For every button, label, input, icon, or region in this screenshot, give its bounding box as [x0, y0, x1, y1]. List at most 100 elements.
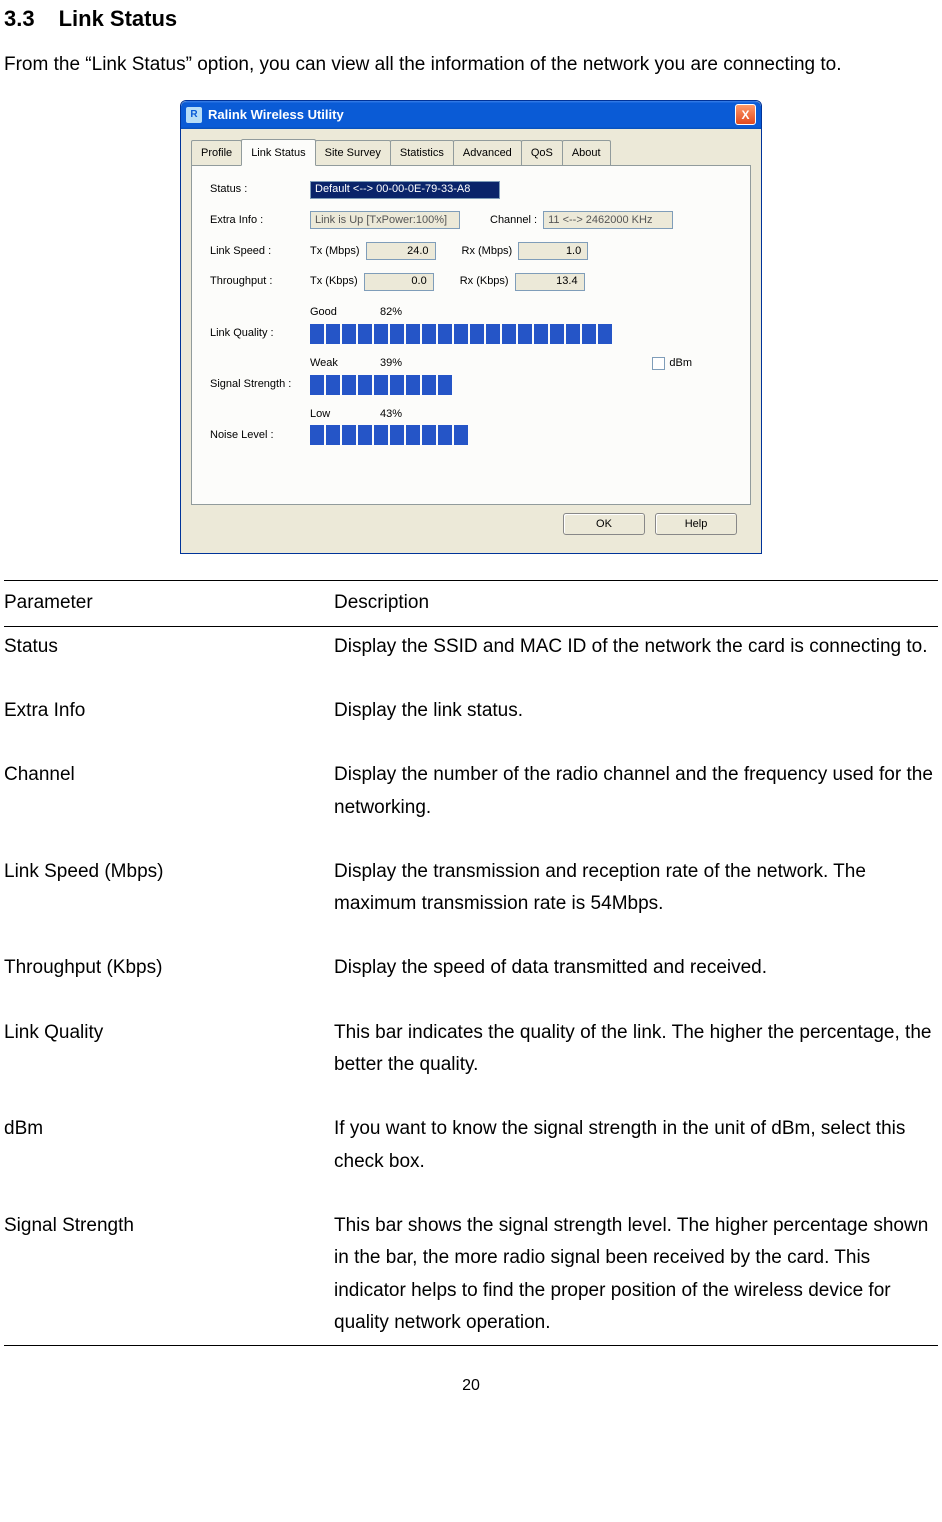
bar-segment	[422, 425, 436, 445]
status-label: Status :	[210, 180, 310, 199]
param-cell: Channel	[4, 755, 334, 852]
link-quality-bar	[310, 324, 612, 344]
bar-segment	[374, 375, 388, 395]
desc-cell: This bar shows the signal strength level…	[334, 1206, 938, 1346]
bar-segment	[438, 425, 452, 445]
bar-segment	[598, 324, 612, 344]
tab-link-status[interactable]: Link Status	[241, 139, 315, 167]
tx-mbps-field: 24.0	[366, 242, 436, 260]
ok-button[interactable]: OK	[563, 513, 645, 535]
noise-level-bar	[310, 425, 468, 445]
tab-qos[interactable]: QoS	[521, 140, 563, 166]
table-row: Link Speed (Mbps)Display the transmissio…	[4, 852, 938, 949]
bar-segment	[438, 324, 452, 344]
desc-cell: Display the transmission and reception r…	[334, 852, 938, 949]
desc-cell: Display the link status.	[334, 691, 938, 755]
rx-mbps-field: 1.0	[518, 242, 588, 260]
rx-mbps-label: Rx (Mbps)	[462, 242, 513, 261]
param-cell: Signal Strength	[4, 1206, 334, 1346]
bar-segment	[566, 324, 580, 344]
bar-segment	[358, 425, 372, 445]
param-cell: Link Quality	[4, 1013, 334, 1110]
table-row: ChannelDisplay the number of the radio c…	[4, 755, 938, 852]
page-number: 20	[4, 1372, 938, 1399]
signal-strength-bar	[310, 375, 452, 395]
param-cell: dBm	[4, 1109, 334, 1206]
bar-segment	[454, 425, 468, 445]
tab-site-survey[interactable]: Site Survey	[315, 140, 391, 166]
signal-strength-label: Signal Strength :	[210, 375, 310, 394]
tab-statistics[interactable]: Statistics	[390, 140, 454, 166]
param-cell: Link Speed (Mbps)	[4, 852, 334, 949]
table-row: StatusDisplay the SSID and MAC ID of the…	[4, 626, 938, 691]
ss-word: Weak	[310, 354, 380, 373]
noise-level-label: Noise Level :	[210, 426, 310, 445]
app-icon: R	[186, 107, 202, 123]
bar-segment	[422, 375, 436, 395]
bar-segment	[342, 425, 356, 445]
bar-segment	[422, 324, 436, 344]
bar-segment	[406, 375, 420, 395]
bar-segment	[310, 375, 324, 395]
tab-advanced[interactable]: Advanced	[453, 140, 522, 166]
window-title: Ralink Wireless Utility	[208, 104, 344, 126]
desc-cell: Display the SSID and MAC ID of the netwo…	[334, 626, 938, 691]
bar-segment	[342, 324, 356, 344]
bar-segment	[502, 324, 516, 344]
desc-cell: This bar indicates the quality of the li…	[334, 1013, 938, 1110]
link-speed-label: Link Speed :	[210, 242, 310, 261]
bar-segment	[390, 375, 404, 395]
section-title: Link Status	[59, 6, 178, 31]
rx-kbps-field: 13.4	[515, 273, 585, 291]
extra-info-field: Link is Up [TxPower:100%]	[310, 211, 460, 229]
bar-segment	[326, 375, 340, 395]
bar-segment	[438, 375, 452, 395]
table-row: Signal StrengthThis bar shows the signal…	[4, 1206, 938, 1346]
tab-panel: Status : Default <--> 00-00-0E-79-33-A8 …	[191, 165, 751, 505]
header-parameter: Parameter	[4, 581, 334, 626]
table-row: Link QualityThis bar indicates the quali…	[4, 1013, 938, 1110]
desc-cell: Display the speed of data transmitted an…	[334, 948, 938, 1012]
bar-segment	[390, 324, 404, 344]
bar-segment	[582, 324, 596, 344]
ss-pct: 39%	[380, 354, 440, 373]
tx-kbps-label: Tx (Kbps)	[310, 272, 358, 291]
intro-text: From the “Link Status” option, you can v…	[4, 49, 938, 81]
nl-word: Low	[310, 405, 380, 424]
bar-segment	[470, 324, 484, 344]
bar-segment	[326, 425, 340, 445]
param-cell: Throughput (Kbps)	[4, 948, 334, 1012]
lq-pct: 82%	[380, 303, 440, 322]
channel-field: 11 <--> 2462000 KHz	[543, 211, 673, 229]
table-row: dBmIf you want to know the signal streng…	[4, 1109, 938, 1206]
param-cell: Extra Info	[4, 691, 334, 755]
bar-segment	[518, 324, 532, 344]
bar-segment	[358, 375, 372, 395]
bar-segment	[390, 425, 404, 445]
tab-about[interactable]: About	[562, 140, 611, 166]
parameter-table: Parameter Description StatusDisplay the …	[4, 580, 938, 1346]
screenshot-container: R Ralink Wireless Utility X Profile Link…	[4, 100, 938, 555]
close-button[interactable]: X	[735, 104, 756, 125]
bar-segment	[310, 324, 324, 344]
bar-segment	[374, 425, 388, 445]
rx-kbps-label: Rx (Kbps)	[460, 272, 509, 291]
section-number: 3.3	[4, 6, 35, 31]
section-heading: 3.3 Link Status	[4, 0, 938, 37]
bar-segment	[550, 324, 564, 344]
bar-segment	[534, 324, 548, 344]
bar-segment	[486, 324, 500, 344]
tabs: Profile Link Status Site Survey Statisti…	[191, 139, 751, 166]
bar-segment	[310, 425, 324, 445]
tx-mbps-label: Tx (Mbps)	[310, 242, 360, 261]
header-description: Description	[334, 581, 938, 626]
tab-profile[interactable]: Profile	[191, 140, 242, 166]
bar-segment	[406, 425, 420, 445]
bar-segment	[374, 324, 388, 344]
help-button[interactable]: Help	[655, 513, 737, 535]
lq-word: Good	[310, 303, 380, 322]
bar-segment	[326, 324, 340, 344]
app-window: R Ralink Wireless Utility X Profile Link…	[180, 100, 762, 555]
titlebar: R Ralink Wireless Utility X	[181, 101, 761, 129]
dbm-checkbox[interactable]	[652, 357, 665, 370]
